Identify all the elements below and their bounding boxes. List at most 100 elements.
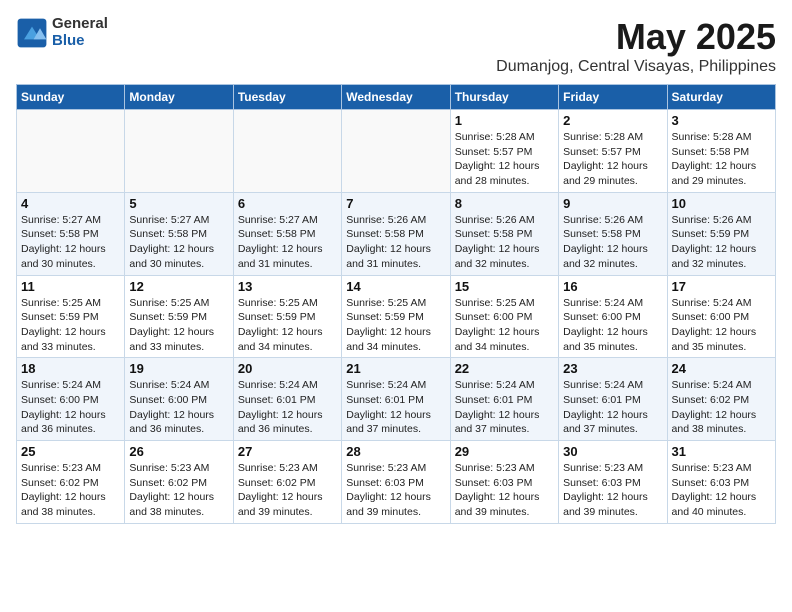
- day-number: 20: [238, 361, 337, 376]
- week-row-4: 18 Sunrise: 5:24 AM Sunset: 6:00 PM Dayli…: [17, 358, 776, 441]
- calendar-cell: 16 Sunrise: 5:24 AM Sunset: 6:00 PM Dayli…: [559, 275, 667, 358]
- day-info: Sunrise: 5:28 AM Sunset: 5:57 PM Dayligh…: [455, 130, 554, 189]
- day-number: 29: [455, 444, 554, 459]
- day-info: Sunrise: 5:28 AM Sunset: 5:57 PM Dayligh…: [563, 130, 662, 189]
- calendar-cell: 21 Sunrise: 5:24 AM Sunset: 6:01 PM Dayli…: [342, 358, 450, 441]
- day-number: 9: [563, 196, 662, 211]
- day-info: Sunrise: 5:23 AM Sunset: 6:03 PM Dayligh…: [346, 461, 445, 520]
- week-row-3: 11Sunrise: 5:25 AM Sunset: 5:59 PM Dayli…: [17, 275, 776, 358]
- day-number: 3: [672, 113, 771, 128]
- logo-text: General Blue: [52, 16, 108, 49]
- day-info: Sunrise: 5:24 AM Sunset: 6:00 PM Dayligh…: [563, 296, 662, 355]
- day-number: 15: [455, 279, 554, 294]
- weekday-header-monday: Monday: [125, 85, 233, 110]
- day-number: 2: [563, 113, 662, 128]
- weekday-header-saturday: Saturday: [667, 85, 775, 110]
- calendar-cell: 14 Sunrise: 5:25 AM Sunset: 5:59 PM Dayli…: [342, 275, 450, 358]
- day-info: Sunrise: 5:24 AM Sunset: 6:02 PM Dayligh…: [672, 378, 771, 437]
- day-info: Sunrise: 5:24 AM Sunset: 6:01 PM Dayligh…: [238, 378, 337, 437]
- calendar-cell: [125, 110, 233, 193]
- calendar-cell: 22Sunrise: 5:24 AM Sunset: 6:01 PM Dayli…: [450, 358, 558, 441]
- day-number: 30: [563, 444, 662, 459]
- day-number: 14: [346, 279, 445, 294]
- calendar-cell: 11Sunrise: 5:25 AM Sunset: 5:59 PM Dayli…: [17, 275, 125, 358]
- day-info: Sunrise: 5:26 AM Sunset: 5:59 PM Dayligh…: [672, 213, 771, 272]
- calendar-cell: 2 Sunrise: 5:28 AM Sunset: 5:57 PM Daylig…: [559, 110, 667, 193]
- day-info: Sunrise: 5:26 AM Sunset: 5:58 PM Dayligh…: [455, 213, 554, 272]
- month-title: May 2025: [496, 16, 776, 58]
- calendar-cell: 9 Sunrise: 5:26 AM Sunset: 5:58 PM Daylig…: [559, 192, 667, 275]
- day-number: 8: [455, 196, 554, 211]
- calendar-cell: 24 Sunrise: 5:24 AM Sunset: 6:02 PM Dayli…: [667, 358, 775, 441]
- day-info: Sunrise: 5:25 AM Sunset: 5:59 PM Dayligh…: [129, 296, 228, 355]
- calendar-cell: [233, 110, 341, 193]
- day-number: 18: [21, 361, 120, 376]
- calendar-cell: 13 Sunrise: 5:25 AM Sunset: 5:59 PM Dayli…: [233, 275, 341, 358]
- logo: General Blue: [16, 16, 108, 49]
- day-info: Sunrise: 5:24 AM Sunset: 6:01 PM Dayligh…: [346, 378, 445, 437]
- logo-icon: [16, 17, 48, 49]
- calendar-cell: 5 Sunrise: 5:27 AM Sunset: 5:58 PM Daylig…: [125, 192, 233, 275]
- day-number: 5: [129, 196, 228, 211]
- calendar-cell: 28Sunrise: 5:23 AM Sunset: 6:03 PM Dayli…: [342, 441, 450, 524]
- calendar-cell: [342, 110, 450, 193]
- weekday-header-wednesday: Wednesday: [342, 85, 450, 110]
- day-number: 16: [563, 279, 662, 294]
- calendar-cell: 26 Sunrise: 5:23 AM Sunset: 6:02 PM Dayli…: [125, 441, 233, 524]
- logo-blue: Blue: [52, 33, 108, 50]
- calendar-cell: 8 Sunrise: 5:26 AM Sunset: 5:58 PM Daylig…: [450, 192, 558, 275]
- day-info: Sunrise: 5:24 AM Sunset: 6:00 PM Dayligh…: [21, 378, 120, 437]
- calendar-cell: 6 Sunrise: 5:27 AM Sunset: 5:58 PM Daylig…: [233, 192, 341, 275]
- day-info: Sunrise: 5:25 AM Sunset: 5:59 PM Dayligh…: [238, 296, 337, 355]
- day-number: 21: [346, 361, 445, 376]
- day-number: 27: [238, 444, 337, 459]
- calendar-cell: 23Sunrise: 5:24 AM Sunset: 6:01 PM Dayli…: [559, 358, 667, 441]
- day-info: Sunrise: 5:23 AM Sunset: 6:02 PM Dayligh…: [21, 461, 120, 520]
- page-header: General Blue May 2025 Dumanjog, Central …: [16, 16, 776, 76]
- day-number: 4: [21, 196, 120, 211]
- day-info: Sunrise: 5:27 AM Sunset: 5:58 PM Dayligh…: [21, 213, 120, 272]
- day-info: Sunrise: 5:25 AM Sunset: 5:59 PM Dayligh…: [21, 296, 120, 355]
- calendar-cell: 20 Sunrise: 5:24 AM Sunset: 6:01 PM Dayli…: [233, 358, 341, 441]
- day-info: Sunrise: 5:23 AM Sunset: 6:03 PM Dayligh…: [672, 461, 771, 520]
- calendar-cell: 27 Sunrise: 5:23 AM Sunset: 6:02 PM Dayli…: [233, 441, 341, 524]
- day-number: 6: [238, 196, 337, 211]
- day-info: Sunrise: 5:23 AM Sunset: 6:02 PM Dayligh…: [238, 461, 337, 520]
- day-number: 23: [563, 361, 662, 376]
- day-info: Sunrise: 5:26 AM Sunset: 5:58 PM Dayligh…: [346, 213, 445, 272]
- week-row-1: 1 Sunrise: 5:28 AM Sunset: 5:57 PM Daylig…: [17, 110, 776, 193]
- day-number: 13: [238, 279, 337, 294]
- calendar-cell: 12Sunrise: 5:25 AM Sunset: 5:59 PM Dayli…: [125, 275, 233, 358]
- day-number: 10: [672, 196, 771, 211]
- day-number: 1: [455, 113, 554, 128]
- day-number: 24: [672, 361, 771, 376]
- day-info: Sunrise: 5:23 AM Sunset: 6:02 PM Dayligh…: [129, 461, 228, 520]
- calendar-cell: 31Sunrise: 5:23 AM Sunset: 6:03 PM Dayli…: [667, 441, 775, 524]
- weekday-header-friday: Friday: [559, 85, 667, 110]
- calendar-cell: 10 Sunrise: 5:26 AM Sunset: 5:59 PM Dayli…: [667, 192, 775, 275]
- calendar-cell: 3Sunrise: 5:28 AM Sunset: 5:58 PM Daylig…: [667, 110, 775, 193]
- title-block: May 2025 Dumanjog, Central Visayas, Phil…: [496, 16, 776, 76]
- day-number: 19: [129, 361, 228, 376]
- day-info: Sunrise: 5:24 AM Sunset: 6:00 PM Dayligh…: [129, 378, 228, 437]
- calendar-cell: 1 Sunrise: 5:28 AM Sunset: 5:57 PM Daylig…: [450, 110, 558, 193]
- day-number: 26: [129, 444, 228, 459]
- calendar-cell: 15 Sunrise: 5:25 AM Sunset: 6:00 PM Dayli…: [450, 275, 558, 358]
- day-info: Sunrise: 5:27 AM Sunset: 5:58 PM Dayligh…: [129, 213, 228, 272]
- calendar-table: SundayMondayTuesdayWednesdayThursdayFrid…: [16, 84, 776, 524]
- day-number: 7: [346, 196, 445, 211]
- week-row-2: 4 Sunrise: 5:27 AM Sunset: 5:58 PM Daylig…: [17, 192, 776, 275]
- day-info: Sunrise: 5:27 AM Sunset: 5:58 PM Dayligh…: [238, 213, 337, 272]
- day-info: Sunrise: 5:23 AM Sunset: 6:03 PM Dayligh…: [563, 461, 662, 520]
- logo-general: General: [52, 16, 108, 33]
- calendar-cell: 19 Sunrise: 5:24 AM Sunset: 6:00 PM Dayli…: [125, 358, 233, 441]
- day-info: Sunrise: 5:24 AM Sunset: 6:01 PM Dayligh…: [455, 378, 554, 437]
- day-info: Sunrise: 5:25 AM Sunset: 6:00 PM Dayligh…: [455, 296, 554, 355]
- calendar-cell: 30 Sunrise: 5:23 AM Sunset: 6:03 PM Dayli…: [559, 441, 667, 524]
- calendar-cell: 25Sunrise: 5:23 AM Sunset: 6:02 PM Dayli…: [17, 441, 125, 524]
- weekday-header-sunday: Sunday: [17, 85, 125, 110]
- weekday-header-thursday: Thursday: [450, 85, 558, 110]
- calendar-cell: 18 Sunrise: 5:24 AM Sunset: 6:00 PM Dayli…: [17, 358, 125, 441]
- day-info: Sunrise: 5:25 AM Sunset: 5:59 PM Dayligh…: [346, 296, 445, 355]
- day-info: Sunrise: 5:26 AM Sunset: 5:58 PM Dayligh…: [563, 213, 662, 272]
